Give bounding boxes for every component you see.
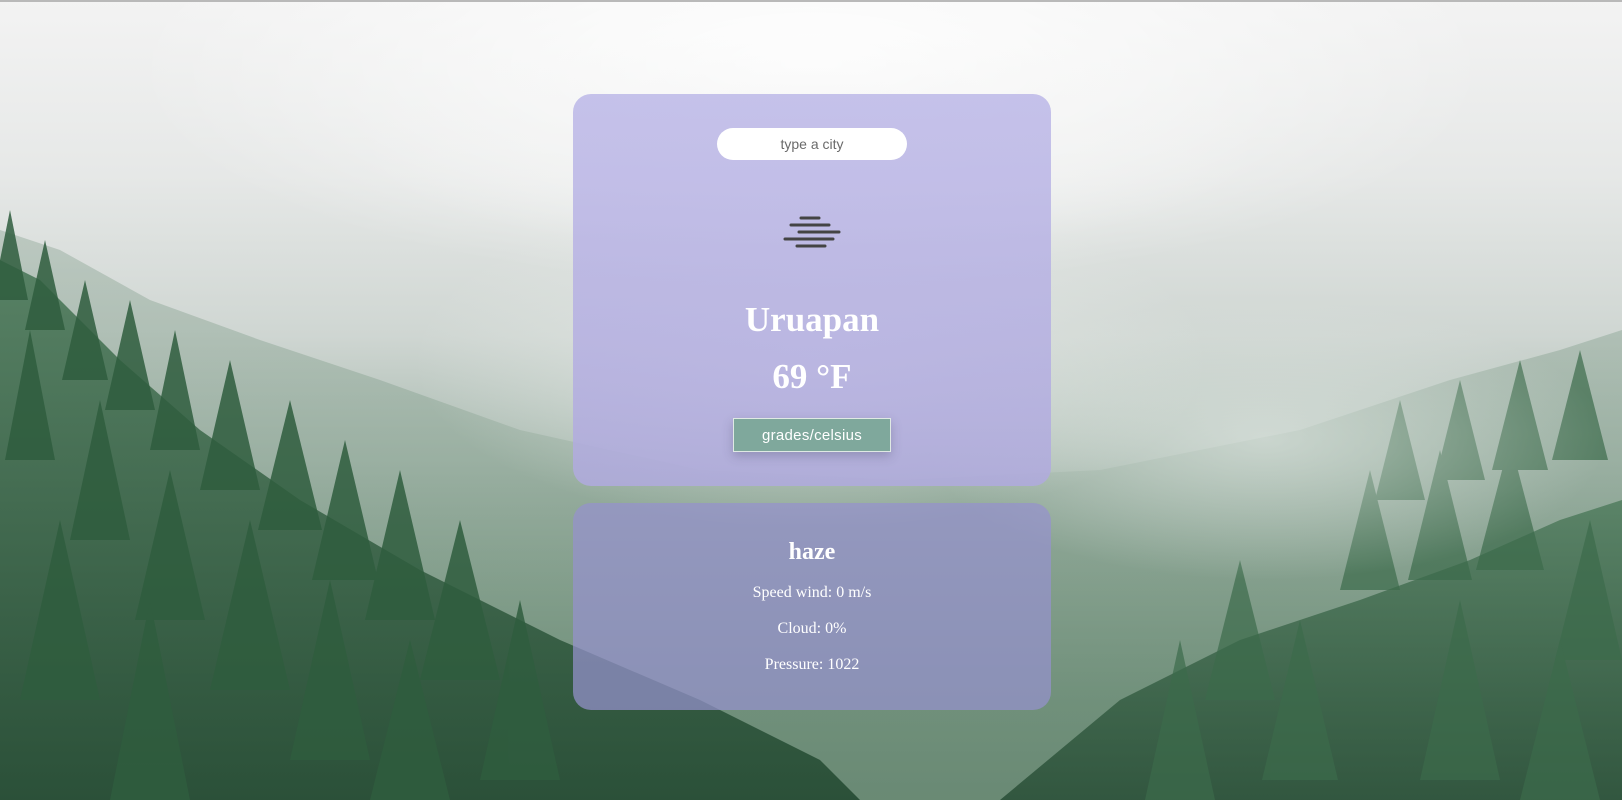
weather-details-card: haze Speed wind: 0 m/s Cloud: 0% Pressur…: [573, 503, 1051, 710]
wind-speed: Speed wind: 0 m/s: [752, 584, 872, 601]
city-name: Uruapan: [744, 300, 880, 339]
pressure: Pressure: 1022: [764, 656, 860, 673]
temperature: 69 °F: [772, 357, 852, 396]
unit-toggle-button[interactable]: grades/celsius: [733, 418, 891, 452]
weather-card: Uruapan 69 °F grades/celsius: [573, 94, 1051, 486]
city-search-input[interactable]: [717, 128, 907, 160]
cloud-coverage: Cloud: 0%: [777, 620, 847, 637]
weather-condition: haze: [788, 539, 836, 565]
haze-icon: [783, 216, 841, 248]
